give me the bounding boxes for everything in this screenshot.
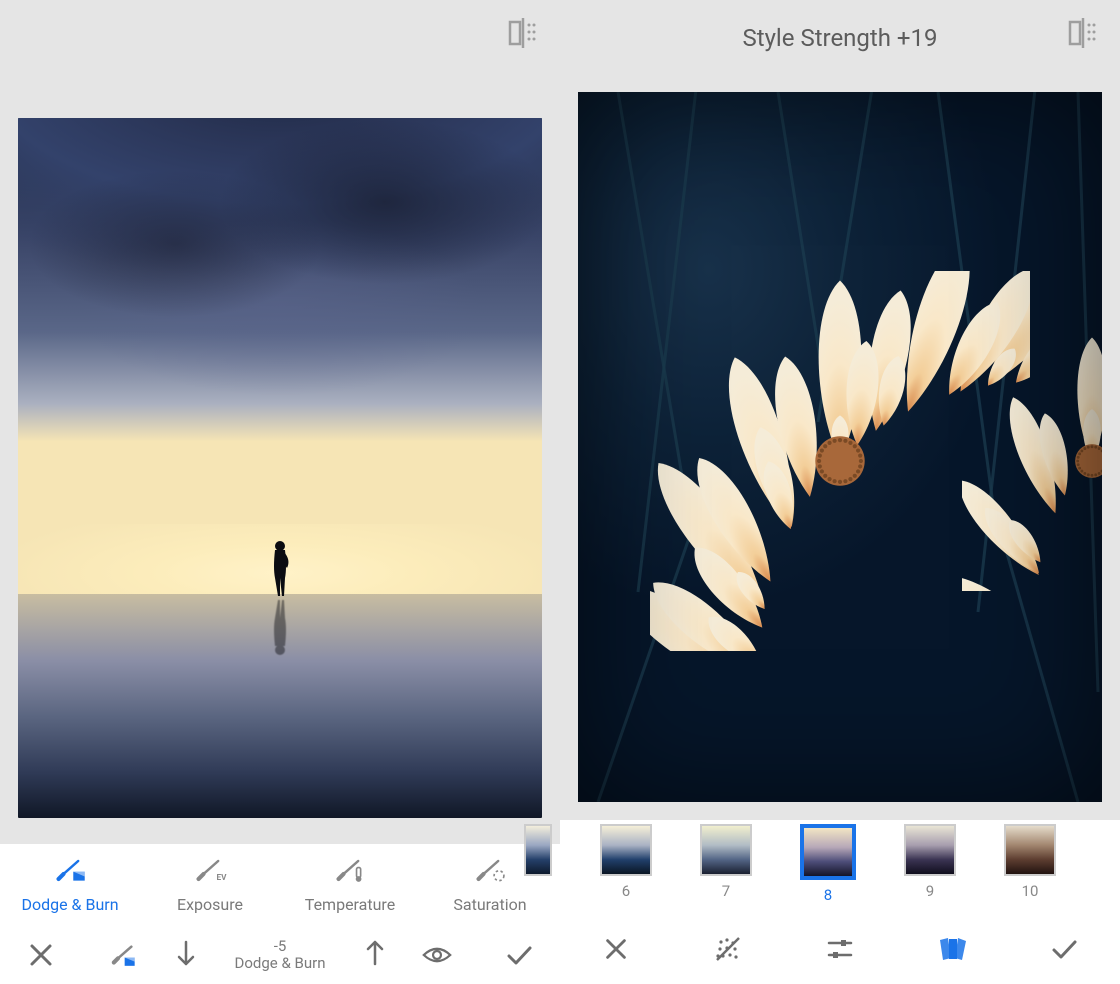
tool-label: Exposure	[177, 895, 243, 914]
compare-icon[interactable]	[1066, 16, 1100, 50]
compare-icon[interactable]	[506, 16, 540, 50]
style-thumb-7[interactable]: 7	[700, 824, 752, 900]
apply-button[interactable]	[1008, 934, 1120, 968]
brush-ev-icon: EV	[192, 857, 228, 885]
thumb-label: 8	[824, 886, 832, 904]
close-icon	[602, 935, 630, 967]
cancel-button[interactable]	[0, 940, 82, 970]
texture-icon	[713, 934, 743, 968]
brush-name: Dodge & Burn	[235, 955, 326, 972]
adjust-button[interactable]	[784, 934, 896, 968]
style-thumbnail-strip[interactable]: 6 7 8 9 10	[560, 820, 1120, 918]
brush-status: -5 Dodge & Burn	[235, 938, 326, 973]
edited-photo-left[interactable]	[18, 118, 542, 818]
thumb-label: 6	[622, 882, 630, 900]
brush-value: -5	[274, 938, 287, 955]
style-thumb-8[interactable]: 8	[800, 824, 856, 904]
thumb-label: 7	[722, 882, 730, 900]
style-thumb-left[interactable]	[524, 824, 552, 882]
person-silhouette	[267, 538, 293, 598]
apply-button[interactable]	[478, 940, 560, 970]
thumb-label: 9	[926, 882, 934, 900]
texture-button[interactable]	[672, 934, 784, 968]
check-icon	[1049, 934, 1079, 968]
value-down-button[interactable]	[175, 939, 197, 971]
value-up-button[interactable]	[364, 939, 386, 971]
tool-label: Temperature	[305, 895, 395, 914]
preview-button[interactable]	[396, 940, 478, 970]
sliders-icon	[825, 934, 855, 968]
tool-temperature[interactable]: Temperature	[280, 844, 420, 926]
thumb-label: 10	[1022, 882, 1039, 900]
tool-dodge-burn[interactable]: Dodge & Burn	[0, 844, 140, 926]
style-thumb-9[interactable]: 9	[904, 824, 956, 900]
brush-dodgeburn-icon	[52, 857, 88, 885]
canvas-area-left	[0, 0, 560, 844]
active-brush-icon[interactable]	[82, 940, 164, 970]
cancel-button[interactable]	[560, 935, 672, 967]
svg-text:EV: EV	[217, 871, 228, 881]
styles-button[interactable]	[896, 934, 1008, 968]
edited-photo-right[interactable]	[578, 92, 1102, 802]
brush-sat-icon	[472, 857, 508, 885]
tool-exposure[interactable]: EV Exposure	[140, 844, 280, 926]
brush-temp-icon	[332, 857, 368, 885]
swatches-icon	[936, 934, 968, 968]
style-thumb-10[interactable]: 10	[1004, 824, 1056, 900]
style-strength-status: Style Strength +19	[560, 24, 1120, 52]
tool-label: Saturation	[453, 895, 526, 914]
tool-label: Dodge & Burn	[21, 895, 118, 914]
style-thumb-6[interactable]: 6	[600, 824, 652, 900]
canvas-area-right: Style Strength +19	[560, 0, 1120, 820]
